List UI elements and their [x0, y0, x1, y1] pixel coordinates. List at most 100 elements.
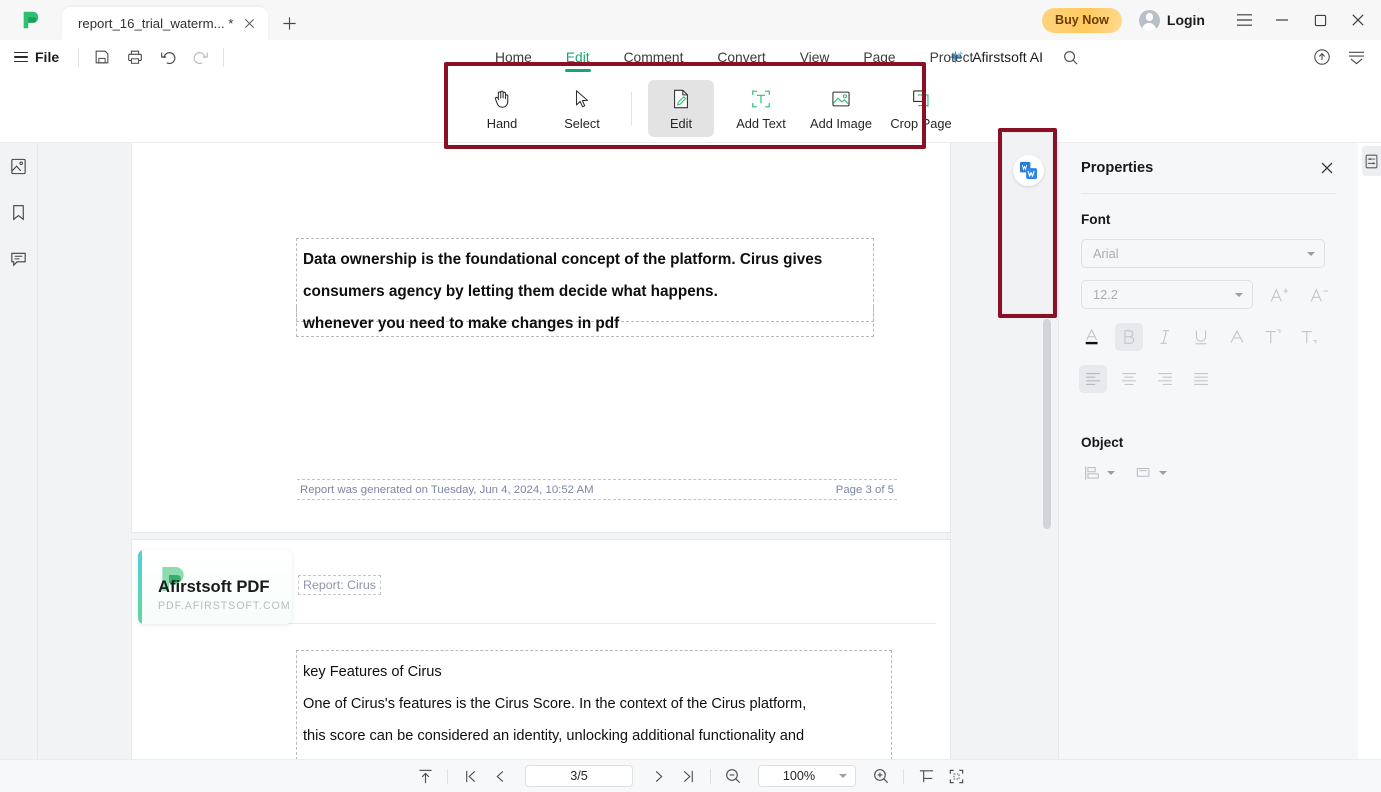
- increase-font-icon: [1270, 287, 1289, 302]
- object-arrange-button[interactable]: [1135, 464, 1167, 482]
- font-color-icon: [1085, 328, 1098, 345]
- tab-home[interactable]: Home: [478, 40, 549, 74]
- plus-icon: [283, 17, 296, 30]
- save-button[interactable]: [85, 42, 118, 72]
- bold-button[interactable]: [1115, 323, 1143, 351]
- fit-page-icon: [949, 769, 963, 783]
- decrease-font-button[interactable]: [1305, 281, 1333, 309]
- scrollbar-thumb[interactable]: [1043, 319, 1051, 529]
- object-align-button[interactable]: [1083, 464, 1115, 482]
- tool-select[interactable]: Select: [549, 80, 615, 137]
- align-center-button[interactable]: [1115, 365, 1143, 393]
- tool-divider: [631, 91, 632, 126]
- sidebar-item-bookmarks[interactable]: [6, 199, 32, 225]
- maximize-button[interactable]: [1301, 0, 1339, 40]
- collapse-ribbon-icon: [1348, 51, 1364, 64]
- properties-close-button[interactable]: [1316, 157, 1338, 179]
- first-page-button[interactable]: [455, 763, 485, 789]
- page3-footer-left: Report was generated on Tuesday, Jun 4, …: [300, 484, 594, 496]
- convert-side-panel[interactable]: [1002, 132, 1053, 314]
- new-tab-button[interactable]: [274, 7, 304, 40]
- last-page-button[interactable]: [673, 763, 703, 789]
- next-page-button[interactable]: [643, 763, 673, 789]
- tab-page[interactable]: Page: [846, 40, 912, 74]
- page4-text-block[interactable]: key Features of Cirus One of Cirus's fea…: [296, 650, 892, 759]
- subscript-button[interactable]: [1295, 323, 1323, 351]
- tool-crop-page[interactable]: Crop Page: [888, 80, 954, 137]
- login-button[interactable]: Login: [1138, 9, 1205, 31]
- redo-icon: [193, 52, 208, 64]
- tab-comment[interactable]: Comment: [607, 40, 701, 74]
- tab-convert[interactable]: Convert: [700, 40, 782, 74]
- selected-text-block-line3[interactable]: whenever you need to make changes in pdf: [296, 307, 874, 337]
- sidebar-item-comments[interactable]: [6, 245, 32, 271]
- app-menu-button[interactable]: [1225, 0, 1263, 40]
- word-convert-button[interactable]: [1013, 155, 1044, 186]
- align-left-button[interactable]: [1079, 365, 1107, 393]
- tab-edit[interactable]: Edit: [549, 40, 607, 74]
- scroll-to-top-button[interactable]: [410, 763, 440, 789]
- zoom-in-button[interactable]: [866, 763, 896, 789]
- tab-protect[interactable]: Protect: [913, 40, 991, 74]
- zoom-out-button[interactable]: [718, 763, 748, 789]
- font-color-button[interactable]: [1079, 323, 1107, 351]
- tool-add-image[interactable]: Add Image: [808, 80, 874, 137]
- add-image-icon: [830, 87, 852, 111]
- tool-edit-label: Edit: [669, 115, 693, 131]
- titlebar-actions: Buy Now Login: [1042, 0, 1381, 40]
- file-menu-button[interactable]: File: [0, 49, 72, 66]
- minimize-button[interactable]: [1263, 0, 1301, 40]
- chevron-down-icon: [1235, 292, 1243, 297]
- align-justify-button[interactable]: [1187, 365, 1215, 393]
- font-size-select[interactable]: 12.2: [1081, 280, 1253, 309]
- watermark-accent-bar: [138, 550, 142, 624]
- redo-button[interactable]: [184, 42, 217, 72]
- document-tab[interactable]: report_16_trial_waterm... *: [62, 7, 269, 40]
- buy-now-button[interactable]: Buy Now: [1042, 7, 1122, 33]
- close-icon: [1321, 162, 1333, 174]
- file-menu-icon: [14, 49, 28, 66]
- properties-panel-toggle[interactable]: [1362, 146, 1381, 176]
- tab-view[interactable]: View: [783, 40, 847, 74]
- zoom-level-select[interactable]: 100%: [758, 765, 856, 787]
- divider: [710, 768, 711, 784]
- menubar-actions: Afirstsoft AI: [937, 42, 1381, 72]
- font-family-select[interactable]: Arial: [1081, 239, 1325, 268]
- pdf-page-4[interactable]: Report: Cirus grammarly Afirstsoft PDF P…: [132, 540, 950, 759]
- pdf-page-3[interactable]: Data ownership is the foundational conce…: [132, 143, 950, 532]
- tool-add-text[interactable]: Add Text: [728, 80, 794, 137]
- close-glyph: [245, 19, 255, 28]
- italic-button[interactable]: [1151, 323, 1179, 351]
- fit-page-button[interactable]: [941, 763, 971, 789]
- tool-hand[interactable]: Hand: [469, 80, 535, 137]
- tool-crop-page-label: Crop Page: [890, 115, 952, 131]
- search-button[interactable]: [1053, 42, 1087, 72]
- cloud-upload-button[interactable]: [1305, 42, 1339, 72]
- close-window-button[interactable]: [1339, 0, 1377, 40]
- print-button[interactable]: [118, 42, 151, 72]
- prev-page-button[interactable]: [485, 763, 515, 789]
- strikethrough-button[interactable]: [1223, 323, 1251, 351]
- page-number-input[interactable]: 3/5: [525, 765, 633, 787]
- thumbnail-icon: [11, 158, 26, 174]
- page4-header: Report: Cirus: [298, 575, 381, 595]
- font-size-row: 12.2: [1059, 268, 1358, 309]
- next-page-icon: [655, 770, 663, 782]
- tab-close-icon[interactable]: [241, 15, 258, 32]
- prev-page-icon: [495, 770, 503, 782]
- align-right-button[interactable]: [1151, 365, 1179, 393]
- zoom-level-value: 100%: [782, 769, 816, 783]
- document-canvas[interactable]: Data ownership is the foundational conce…: [38, 143, 1058, 759]
- fit-width-button[interactable]: [911, 763, 941, 789]
- underline-button[interactable]: [1187, 323, 1215, 351]
- tool-edit[interactable]: Edit: [648, 80, 714, 137]
- collapse-ribbon-button[interactable]: [1339, 42, 1373, 72]
- cloud-upload-icon: [1314, 49, 1330, 65]
- undo-button[interactable]: [151, 42, 184, 72]
- zoom-in-icon: [874, 769, 889, 784]
- sidebar-item-thumbnails[interactable]: [6, 153, 32, 179]
- increase-font-button[interactable]: [1265, 281, 1293, 309]
- text-align-row: [1059, 351, 1358, 393]
- hand-icon: [491, 87, 513, 111]
- superscript-button[interactable]: [1259, 323, 1287, 351]
